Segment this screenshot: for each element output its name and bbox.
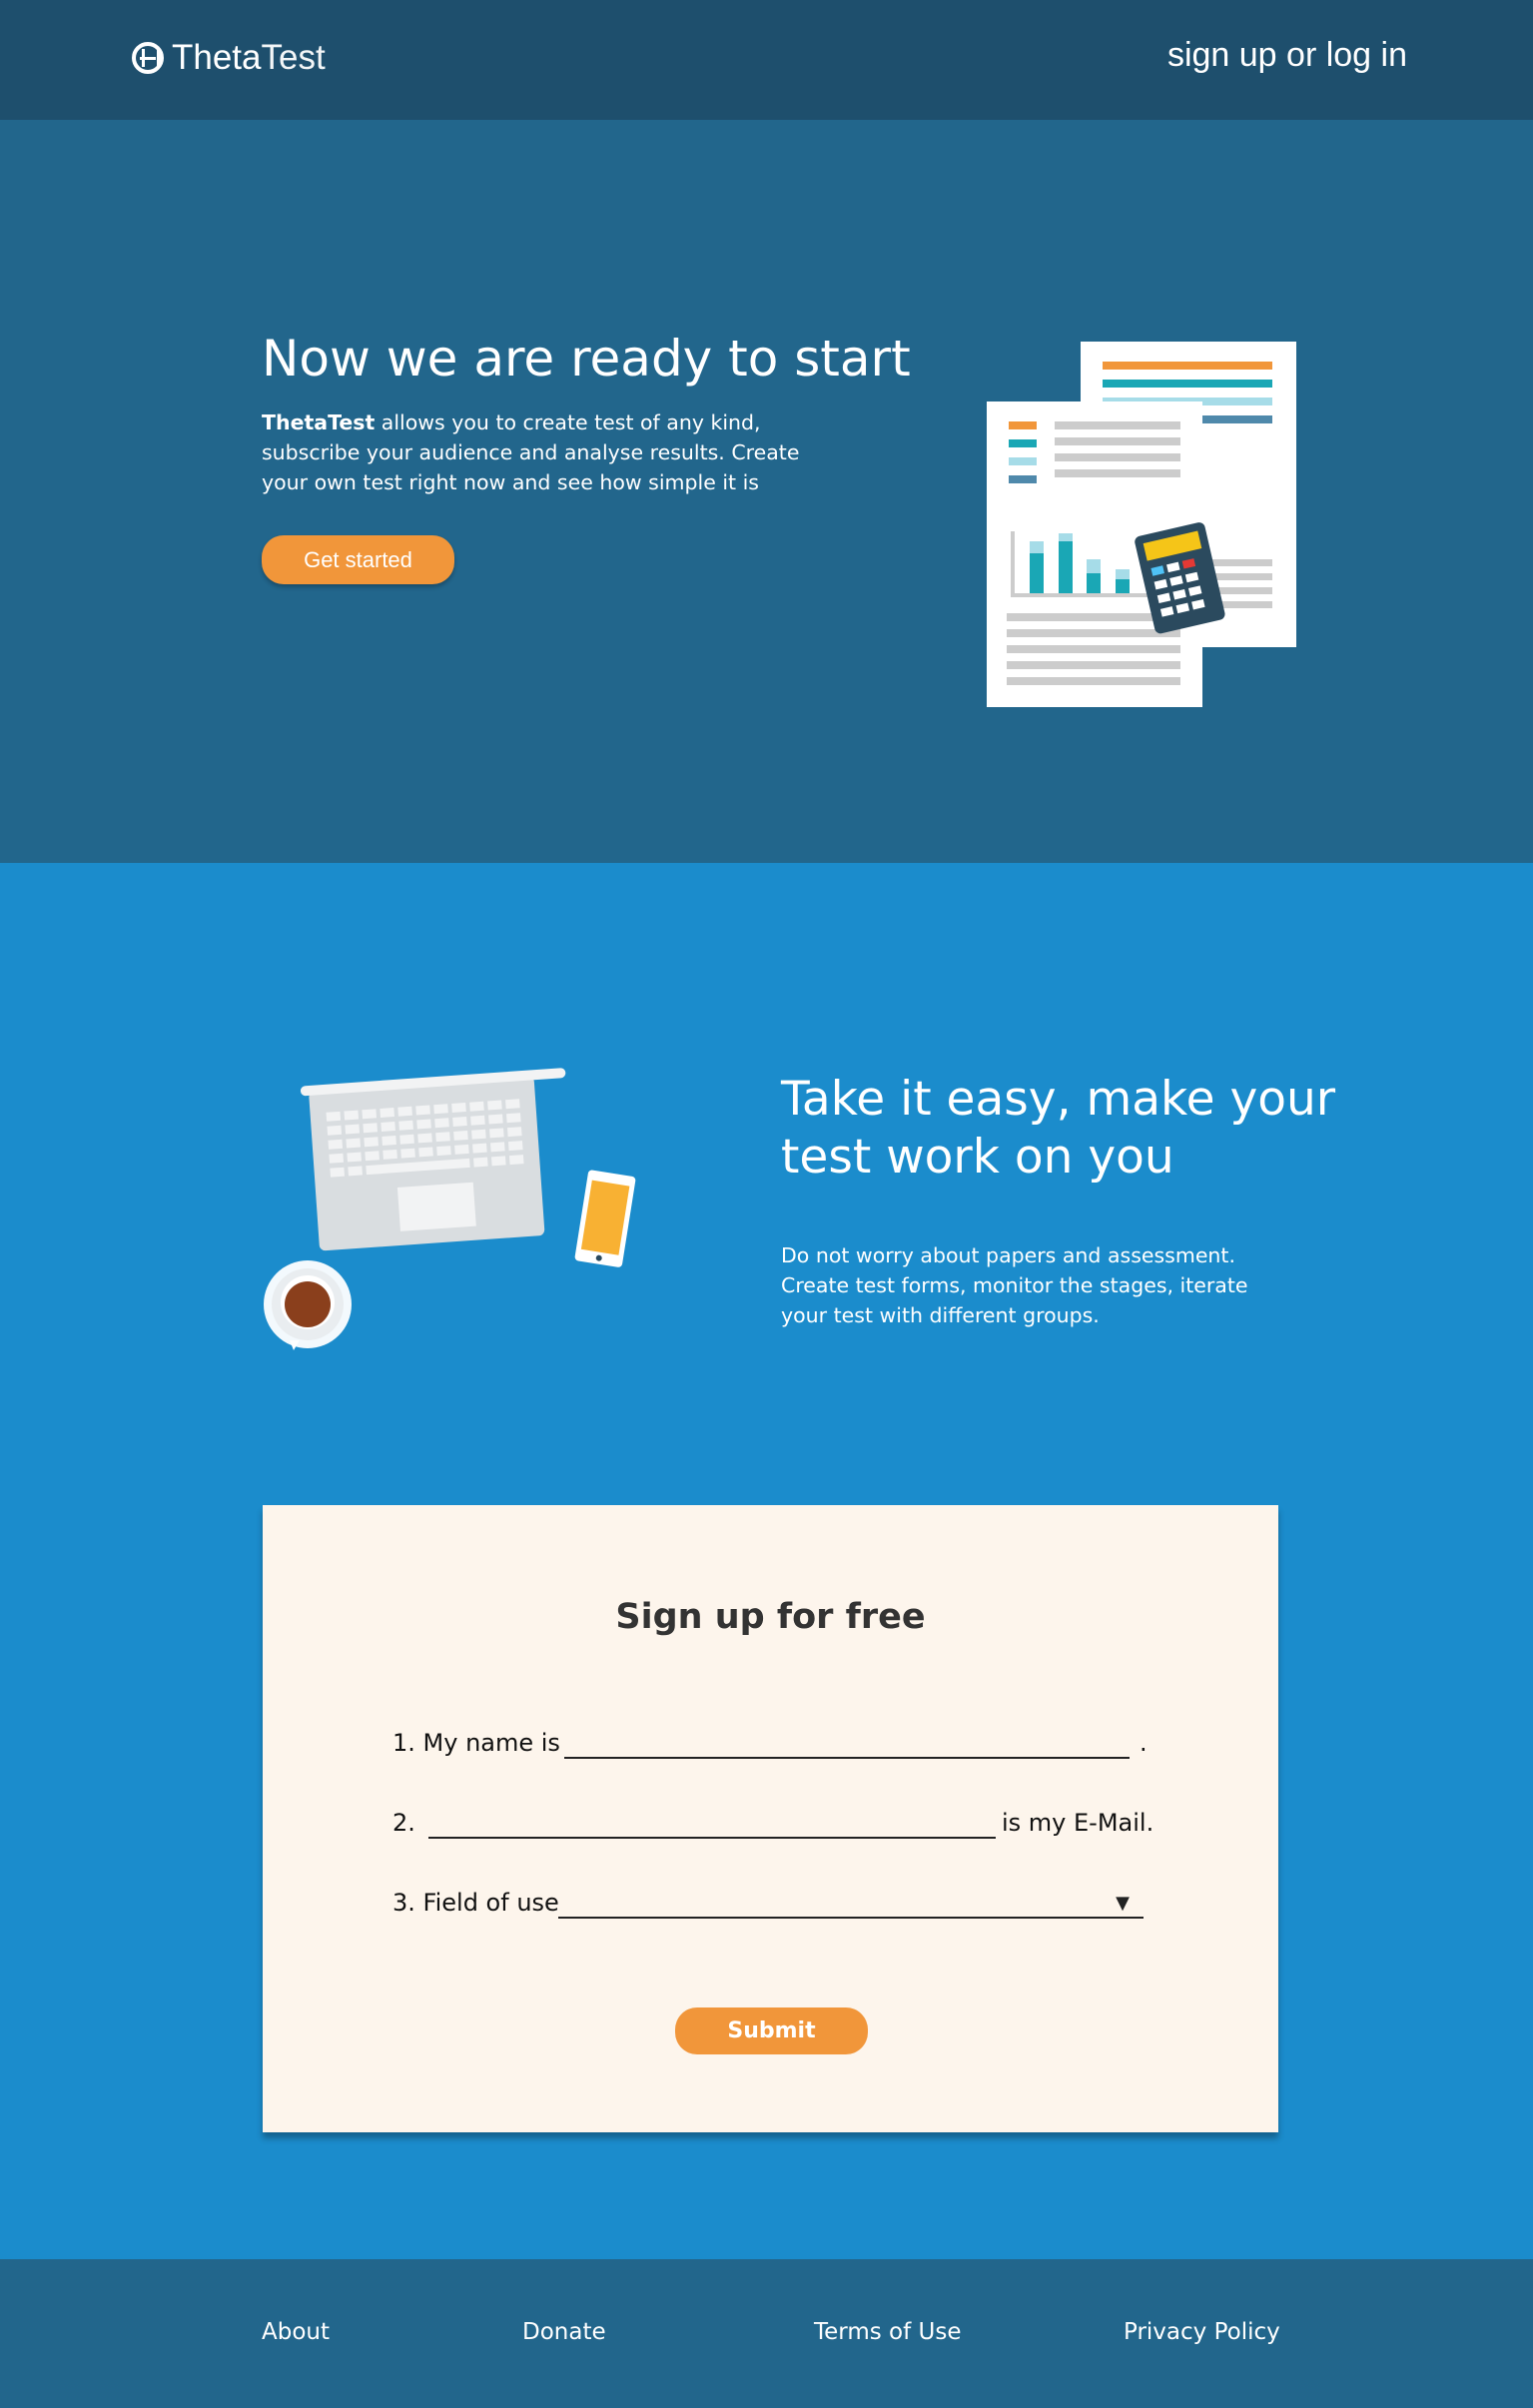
hero-description: ThetaTest allows you to create test of a…: [262, 410, 800, 494]
signup-card: Sign up for free 1. My name is . 2. is m…: [263, 1505, 1278, 2132]
chevron-down-icon[interactable]: ▼: [1116, 1893, 1130, 1914]
feature-title: Take it easy, make your test work on you: [781, 1072, 1336, 1185]
signup-title: Sign up for free: [615, 1597, 926, 1637]
laptop-phone-coffee-icon: [264, 1068, 636, 1350]
footer-link-about[interactable]: About: [262, 2319, 330, 2345]
theta-logo-icon: [132, 42, 164, 74]
name-label: 1. My name is: [392, 1729, 560, 1757]
logo[interactable]: ThetaTest: [132, 36, 326, 80]
submit-button[interactable]: Submit: [675, 2007, 868, 2054]
logo-text: ThetaTest: [172, 38, 326, 77]
field-of-use-label: 3. Field of use: [392, 1889, 559, 1917]
footer-link-donate[interactable]: Donate: [522, 2319, 606, 2345]
field-of-use-row: 3. Field of use ▼: [392, 1885, 1151, 1925]
email-input[interactable]: [428, 1807, 996, 1839]
name-row: 1. My name is .: [392, 1725, 1151, 1765]
email-suffix: is my E-Mail.: [1002, 1809, 1154, 1837]
feature-description: Do not worry about papers and assessment…: [781, 1243, 1248, 1327]
site-header: ThetaTest sign up or log in: [0, 0, 1533, 120]
hero-section: Now we are ready to start ThetaTest allo…: [0, 120, 1533, 863]
footer-link-privacy[interactable]: Privacy Policy: [1124, 2319, 1280, 2345]
email-label: 2.: [392, 1809, 415, 1837]
name-suffix: .: [1140, 1729, 1148, 1757]
feature-section: Take it easy, make your test work on you…: [0, 863, 1533, 2259]
hero-title: Now we are ready to start: [262, 330, 911, 388]
name-input[interactable]: [564, 1727, 1130, 1759]
email-row: 2. is my E-Mail.: [392, 1805, 1154, 1845]
signup-login-link[interactable]: sign up or log in: [1167, 36, 1407, 75]
footer-link-terms[interactable]: Terms of Use: [814, 2319, 962, 2345]
field-of-use-select[interactable]: ▼: [558, 1887, 1144, 1919]
documents-calculator-icon: [987, 342, 1296, 707]
get-started-button[interactable]: Get started: [262, 535, 454, 584]
site-footer: About Donate Terms of Use Privacy Policy: [0, 2259, 1533, 2408]
